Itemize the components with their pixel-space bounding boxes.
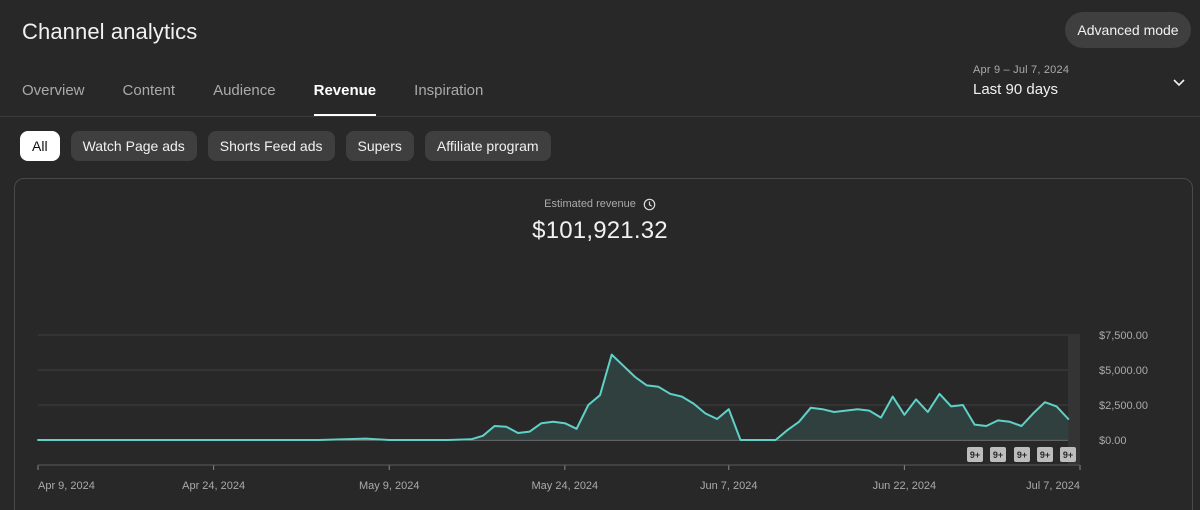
channel-analytics-page: Channel analytics Advanced mode Overview… [0,0,1200,510]
annotation-badge-text: 9+ [1040,450,1050,460]
x-tick-label: Jun 7, 2024 [700,480,758,492]
chart-hover-band[interactable] [1068,335,1080,464]
chart-y-ticks: $0.00 $2,500.00 $5,000.00 $7,500.00 [1099,330,1148,447]
annotation-badge[interactable]: 9+ [1037,447,1053,462]
y-tick-label: $2,500.00 [1099,400,1148,412]
y-tick-label: $5,000.00 [1099,365,1148,377]
chart-x-ticks: Apr 9, 2024 Apr 24, 2024 May 9, 2024 May 24… [37,464,1081,492]
revenue-area-fill [38,354,1069,440]
x-tick-label: Jul 7, 2024 [1026,480,1080,492]
chart-area-group [37,353,1070,441]
annotation-badge-text: 9+ [1017,450,1027,460]
annotation-badge[interactable]: 9+ [990,447,1006,462]
x-tick-label: Jun 22, 2024 [873,480,937,492]
annotation-badge-text: 9+ [1063,450,1073,460]
x-tick-label: May 24, 2024 [532,480,599,492]
annotation-badge-text: 9+ [970,450,980,460]
y-tick-label: $0.00 [1099,435,1127,447]
chart-grid [38,334,1080,464]
x-tick-label: May 9, 2024 [359,480,420,492]
annotation-badge[interactable]: 9+ [1060,447,1076,462]
y-tick-label: $7,500.00 [1099,330,1148,342]
annotation-badge[interactable]: 9+ [1014,447,1030,462]
annotation-badge[interactable]: 9+ [967,447,983,462]
x-tick-label: Apr 9, 2024 [38,480,95,492]
revenue-chart: $0.00 $2,500.00 $5,000.00 $7,500.00 Apr 9, … [37,330,1148,492]
x-tick-label: Apr 24, 2024 [182,480,245,492]
chart-markers: 9+ 9+ 9+ 9+ 9+ [967,447,1076,462]
annotation-badge-text: 9+ [993,450,1003,460]
